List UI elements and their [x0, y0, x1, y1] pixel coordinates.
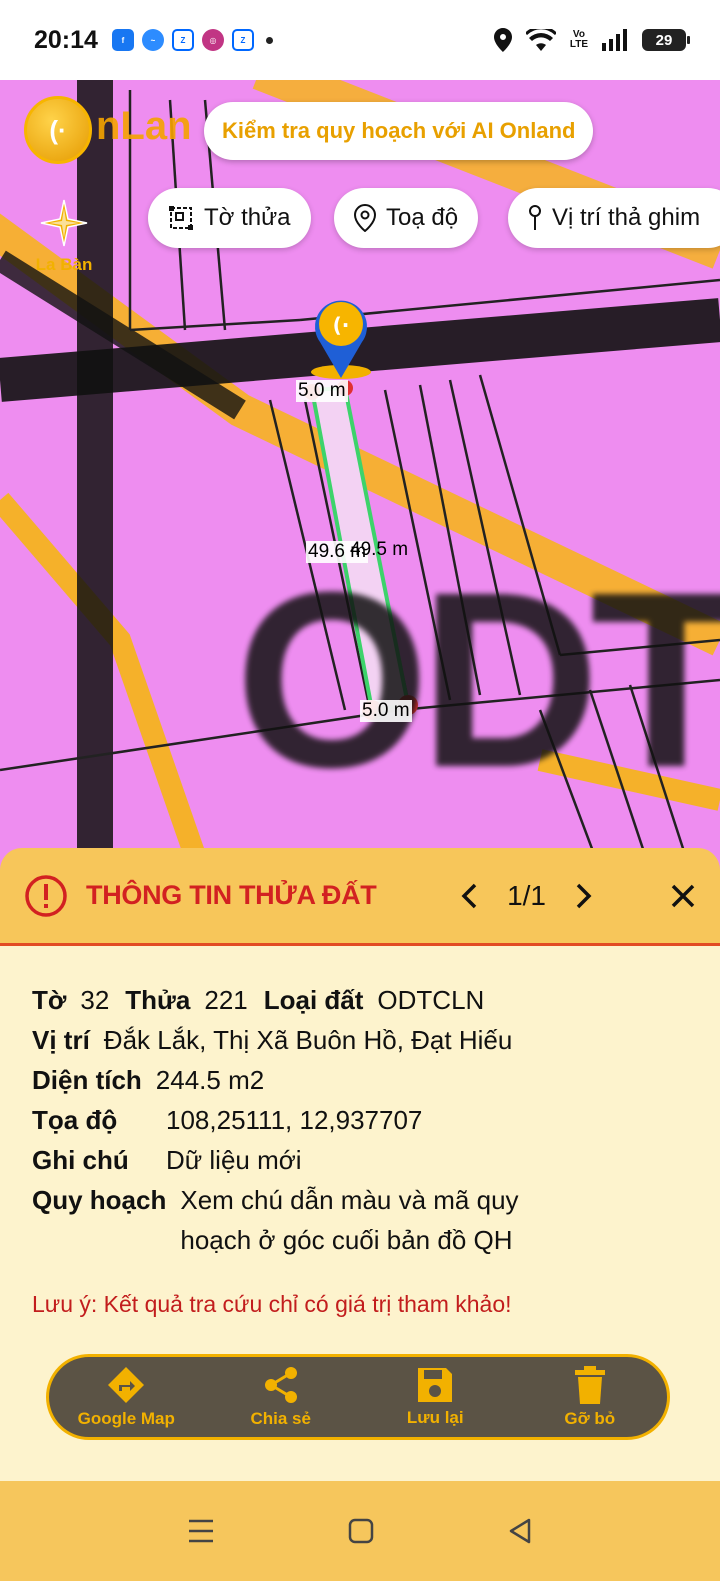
chip-drop-pin-label: Vị trí thả ghim — [552, 204, 701, 231]
notification-icons: f ~ Z ◎ Z — [111, 29, 273, 51]
note-value: Dữ liệu mới — [166, 1145, 302, 1175]
chip-parcel-label: Tờ thửa — [204, 204, 291, 231]
sheet-label: Tờ — [32, 985, 67, 1015]
coordinates-label: Tọa độ — [32, 1105, 118, 1135]
chip-coordinates[interactable]: Toạ độ — [334, 188, 479, 248]
land-type-label: Loại đất — [263, 985, 364, 1015]
more-notifications-icon — [265, 36, 273, 44]
directions-icon — [108, 1367, 145, 1403]
location-value: Đắk Lắk, Thị Xã Buôn Hồ, Đạt Hiếu — [103, 1025, 513, 1055]
chip-parcel[interactable]: Tờ thửa — [148, 188, 311, 248]
share-label: Chia sẻ — [250, 1409, 311, 1428]
planning-value: Xem chú dẫn màu và mã quy hoạch ở góc cu… — [180, 1185, 519, 1255]
google-map-button[interactable]: Google Map — [51, 1365, 201, 1429]
location-label: Vị trí — [32, 1025, 90, 1055]
zalo-icon: Z — [171, 29, 194, 51]
parcel-details: Tờ 32 Thửa 221 Loại đất ODTCLN Vị trí Đắ… — [32, 980, 692, 1260]
chip-drop-pin[interactable]: Vị trí thả ghim — [508, 188, 720, 248]
note-label: Ghi chú — [32, 1145, 129, 1175]
action-bar: Google Map Chia sẻ Lưu lại Gỡ bỏ — [46, 1354, 670, 1440]
zalo-icon: Z — [231, 29, 254, 51]
onland-logo: (· — [24, 96, 92, 164]
planning-label: Quy hoạch — [32, 1185, 167, 1215]
parcel-value: 221 — [204, 985, 248, 1015]
home-icon[interactable] — [348, 1518, 374, 1544]
facebook-icon: f — [111, 29, 134, 51]
area-label: Diện tích — [32, 1065, 142, 1095]
next-icon[interactable] — [574, 882, 594, 910]
wifi-icon — [525, 29, 556, 51]
messenger-icon: ~ — [141, 29, 164, 51]
parcel-info-body: Tờ 32 Thửa 221 Loại đất ODTCLN Vị trí Đắ… — [0, 946, 720, 1481]
pager-label: 1/1 — [507, 879, 546, 911]
measure-top: 5.0 m — [296, 380, 348, 402]
prev-icon[interactable] — [459, 882, 479, 910]
location-pin-icon — [354, 204, 376, 232]
save-label: Lưu lại — [406, 1408, 464, 1427]
battery-indicator: 29 — [642, 29, 690, 51]
status-bar: 20:14 f ~ Z ◎ Z Vo LTE 29 — [0, 0, 720, 80]
chip-coordinates-label: Toạ độ — [386, 204, 459, 231]
svg-text:(·: (· — [333, 313, 350, 337]
parcel-icon — [169, 206, 193, 230]
status-time: 20:14 — [34, 25, 98, 54]
trash-icon — [574, 1366, 605, 1404]
measure-right: 49.5 m — [350, 539, 409, 560]
location-icon — [493, 28, 512, 52]
instagram-icon: ◎ — [201, 29, 224, 51]
coordinates-value[interactable]: 108,25111, 12,937707 — [166, 1100, 422, 1140]
network-type: Vo LTE — [569, 29, 588, 50]
map-pin-icon[interactable]: (· — [306, 290, 376, 380]
system-nav-bar — [0, 1481, 720, 1581]
row-area: Diện tích 244.5 m2 — [32, 1060, 692, 1100]
compass-button[interactable]: La Bàn — [34, 198, 94, 275]
parcel-info-header: THÔNG TIN THỬA ĐẤT 1/1 — [0, 848, 720, 946]
google-map-label: Google Map — [77, 1409, 175, 1428]
row-planning: Quy hoạch Xem chú dẫn màu và mã quy hoạc… — [32, 1180, 692, 1260]
share-button[interactable]: Chia sẻ — [206, 1365, 356, 1429]
measure-bottom: 5.0 m — [360, 700, 412, 722]
row-coordinates: Tọa độ 108,25111, 12,937707 — [32, 1100, 692, 1140]
save-icon — [418, 1368, 453, 1402]
remove-label: Gỡ bỏ — [564, 1409, 616, 1428]
panel-title: THÔNG TIN THỬA ĐẤT — [86, 880, 377, 910]
brand-text: nLan — [96, 104, 192, 148]
signal-icon — [602, 29, 627, 51]
land-type-value: ODTCLN — [377, 985, 485, 1015]
compass-icon — [40, 199, 88, 247]
area-value: 244.5 m2 — [155, 1065, 265, 1095]
back-icon[interactable] — [507, 1517, 533, 1545]
compass-label: La Bàn — [35, 255, 93, 274]
save-button[interactable]: Lưu lại — [360, 1366, 510, 1428]
pin-icon — [529, 205, 541, 230]
menu-icon[interactable] — [187, 1518, 215, 1544]
remove-button[interactable]: Gỡ bỏ — [515, 1365, 665, 1429]
ai-check-button[interactable]: Kiểm tra quy hoạch với AI Onland — [204, 102, 594, 160]
info-alert-icon — [25, 874, 67, 917]
disclaimer-note: Lưu ý: Kết quả tra cứu chỉ có giá trị th… — [32, 1291, 512, 1317]
row-location: Vị trí Đắk Lắk, Thị Xã Buôn Hồ, Đạt Hiếu — [32, 1020, 692, 1060]
close-icon[interactable] — [670, 883, 696, 909]
share-icon — [264, 1367, 297, 1403]
row-sheet-parcel-type: Tờ 32 Thửa 221 Loại đất ODTCLN — [32, 980, 692, 1020]
zone-code-label: ODT — [235, 540, 720, 819]
parcel-label: Thửa — [125, 985, 191, 1015]
sheet-value: 32 — [80, 985, 110, 1015]
row-note: Ghi chú Dữ liệu mới — [32, 1140, 692, 1180]
